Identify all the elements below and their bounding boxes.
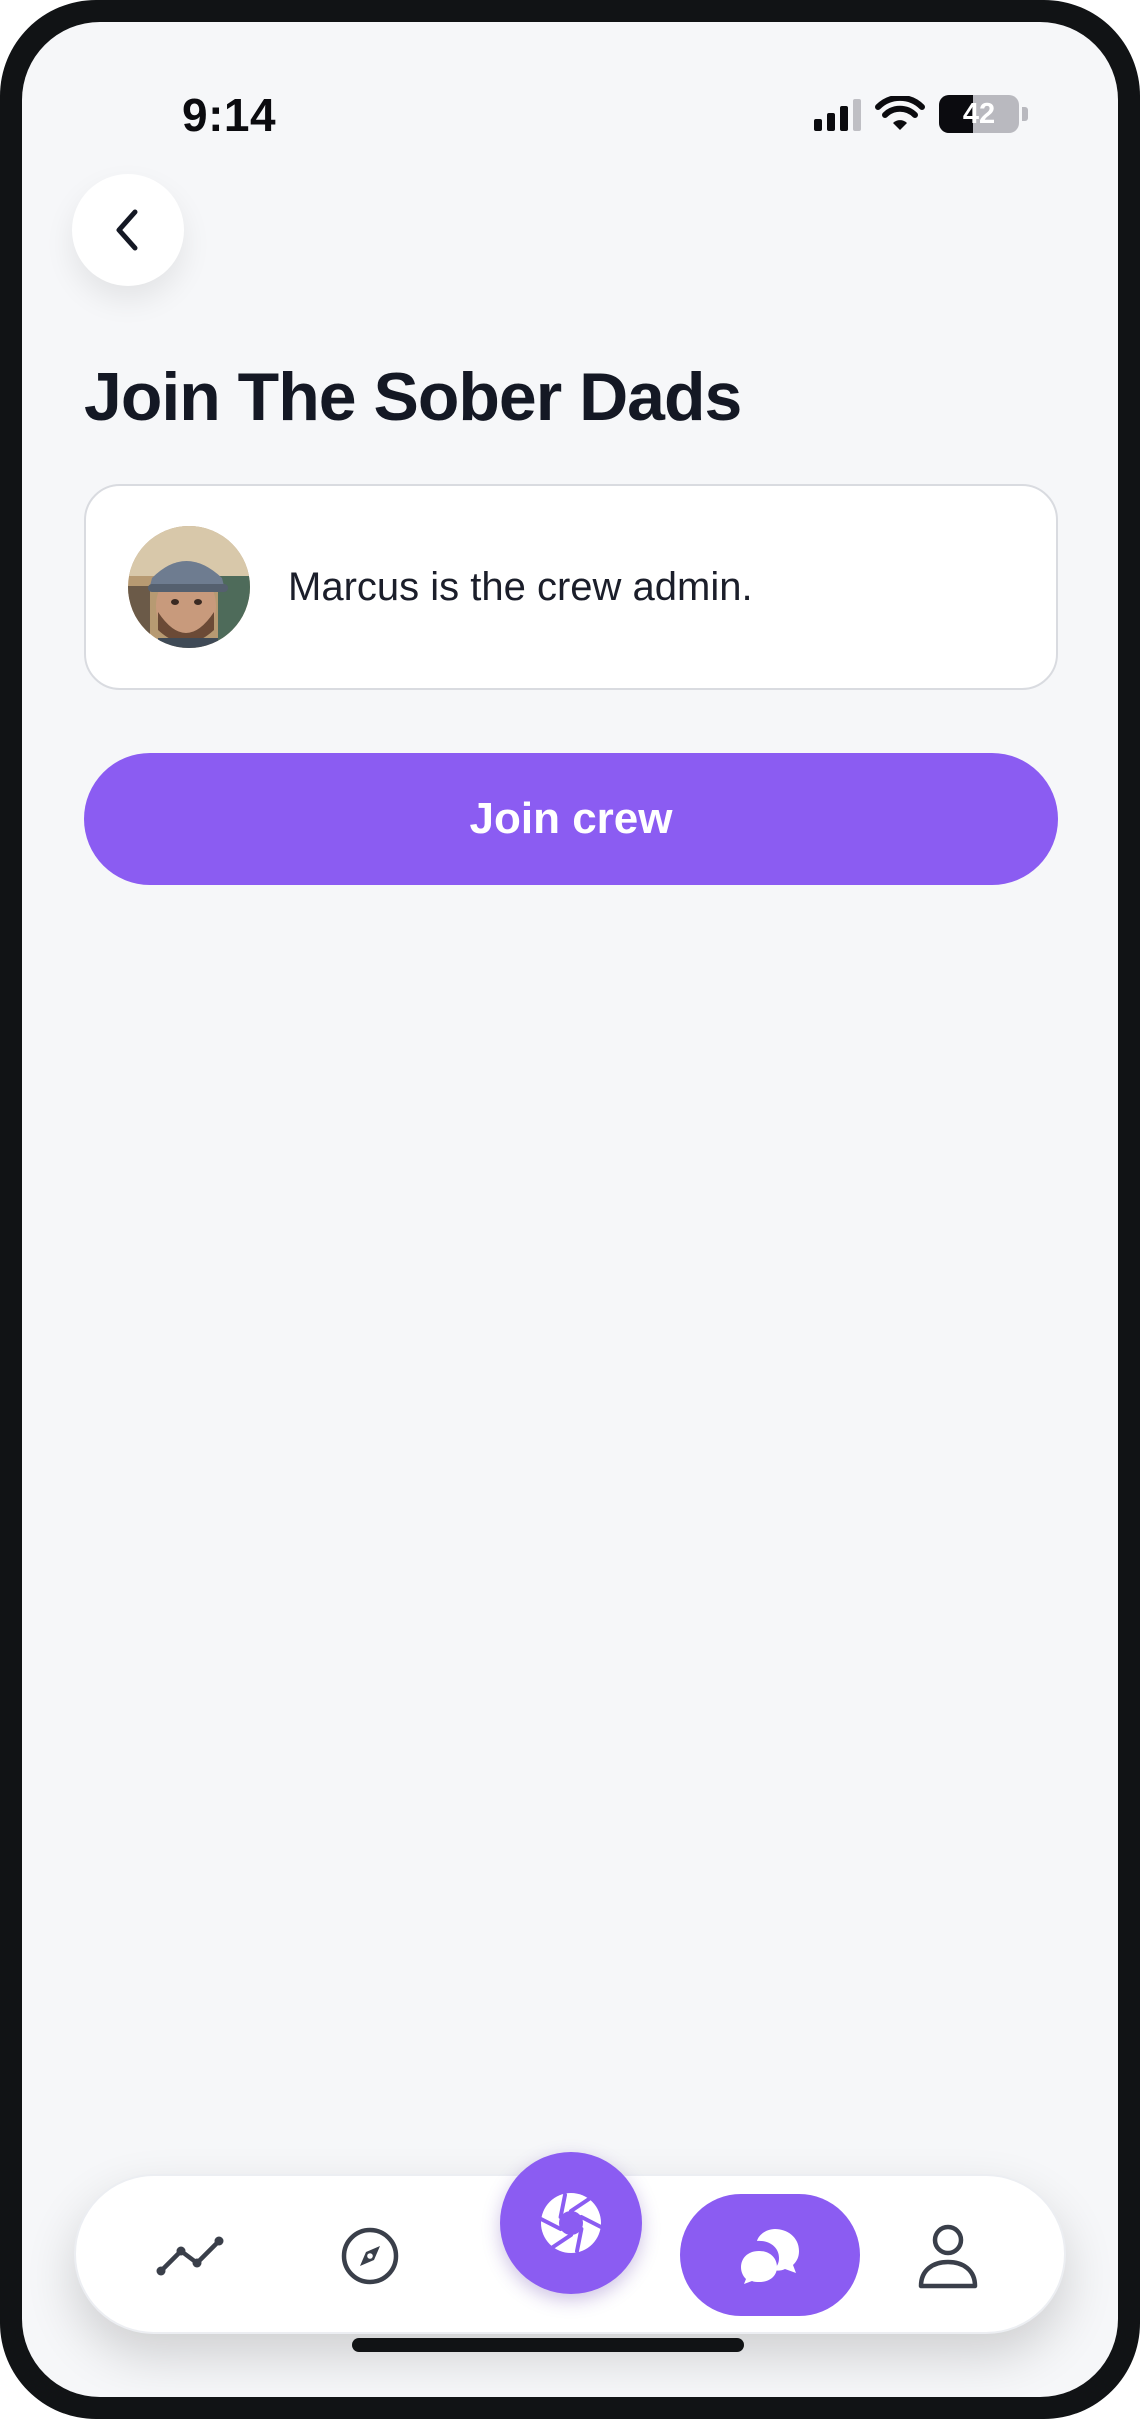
phone-frame: 9:14 42 Join The Sober Dads Marcus is th… [0,0,1140,2419]
nav-activity[interactable] [150,2216,230,2296]
status-time: 9:14 [182,89,277,141]
page-title: Join The Sober Dads [84,359,742,435]
camera-aperture-icon [539,2193,603,2253]
nav-profile[interactable] [906,2214,990,2298]
status-icons: 42 [814,94,1028,134]
avatar [128,526,250,648]
chevron-left-icon [116,209,138,251]
back-button[interactable] [72,174,184,286]
battery-indicator: 42 [939,95,1028,133]
bottom-nav [74,2152,1066,2334]
wifi-icon [875,96,925,130]
compass-icon [341,2227,399,2285]
activity-chart-icon [156,2236,224,2276]
battery-cap [1022,107,1028,121]
cellular-signal-icon [814,97,861,131]
nav-chat[interactable] [680,2194,860,2316]
admin-card: Marcus is the crew admin. [84,484,1058,690]
join-crew-button[interactable]: Join crew [84,753,1058,885]
admin-text: Marcus is the crew admin. [288,564,753,609]
profile-icon [918,2224,978,2289]
home-indicator [352,2338,744,2352]
nav-camera[interactable] [500,2152,642,2294]
app-screen: 9:14 42 Join The Sober Dads Marcus is th… [22,22,1118,2397]
chat-bubbles-icon [741,2229,799,2284]
nav-explore[interactable] [330,2216,410,2296]
battery-percent: 42 [962,97,996,130]
battery-icon: 42 [939,95,1019,133]
